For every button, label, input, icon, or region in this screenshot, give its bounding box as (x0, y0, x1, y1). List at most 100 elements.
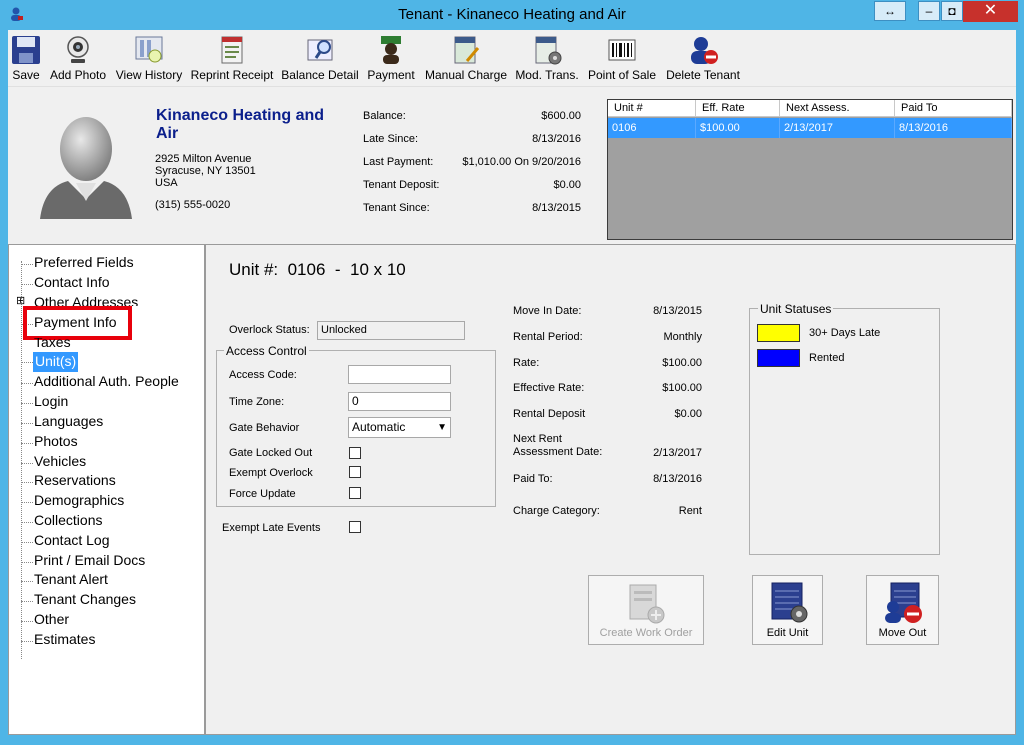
next-rent-assessment-value: 2/13/2017 (653, 447, 702, 459)
late-since-label: Late Since: (363, 133, 419, 145)
unit-heading: Unit #: 0106 - 10 x 10 (229, 260, 406, 280)
delete-tenant-button[interactable]: Delete Tenant (664, 32, 742, 84)
payment-person-icon (381, 36, 401, 64)
tenant-header: Kinaneco Heating and Air 2925 Milton Ave… (8, 86, 1016, 244)
column-header-paid-to[interactable]: Paid To (895, 100, 1012, 117)
nav-item-preferred-fields[interactable]: Preferred Fields (34, 253, 134, 273)
grid-cell-paid-to[interactable]: 8/13/2016 (895, 118, 1012, 138)
grid-cell-next-assess[interactable]: 2/13/2017 (780, 118, 895, 138)
nav-item-contact-log[interactable]: Contact Log (34, 531, 110, 551)
tenant-deposit-label: Tenant Deposit: (363, 179, 440, 191)
nav-item-languages[interactable]: Languages (34, 412, 103, 432)
nav-item-reservations[interactable]: Reservations (34, 471, 116, 491)
maximize-button[interactable]: ◘ (941, 1, 963, 21)
access-code-input[interactable] (348, 365, 451, 384)
charge-category-label: Charge Category: (513, 505, 600, 517)
column-header-unit[interactable]: Unit # (608, 100, 696, 117)
rental-period-value: Monthly (663, 331, 702, 343)
nav-item-taxes[interactable]: Taxes (34, 338, 71, 351)
avatar[interactable] (36, 109, 136, 219)
nav-item-vehicles[interactable]: Vehicles (34, 452, 86, 472)
nav-item-demographics[interactable]: Demographics (34, 491, 124, 511)
create-work-order-button[interactable]: Create Work Order (588, 575, 704, 645)
move-out-icon (884, 582, 922, 623)
save-button[interactable]: Save (8, 32, 44, 84)
expand-icon[interactable]: ⊞ (16, 296, 25, 307)
edit-unit-label: Edit Unit (766, 627, 809, 639)
nav-item-units[interactable]: Unit(s) (33, 352, 79, 372)
tree-branch (21, 383, 33, 384)
nav-item-contact-info[interactable]: Contact Info (34, 273, 110, 293)
save-label: Save (12, 68, 40, 82)
nav-item-estimates[interactable]: Estimates (34, 630, 95, 650)
gate-behavior-value: Automatic (352, 420, 406, 434)
receipt-icon (221, 36, 243, 64)
tree-branch (21, 284, 33, 285)
delete-tenant-label: Delete Tenant (666, 68, 740, 82)
balance-label: Balance: (363, 110, 406, 122)
gate-locked-out-checkbox[interactable] (349, 447, 361, 459)
paid-to-value: 8/13/2016 (653, 473, 702, 485)
reprint-receipt-button[interactable]: Reprint Receipt (190, 32, 274, 84)
point-of-sale-label: Point of Sale (587, 68, 657, 82)
gate-behavior-select[interactable]: Automatic ▼ (348, 417, 451, 438)
move-out-button[interactable]: Move Out (866, 575, 939, 645)
nav-item-other[interactable]: Other (34, 610, 69, 630)
tree-branch (21, 403, 33, 404)
manual-charge-label: Manual Charge (424, 68, 508, 82)
unit-number: 0106 (287, 260, 326, 279)
unit-size: 10 x 10 (350, 260, 406, 279)
tree-branch (21, 641, 33, 642)
mod-trans-button[interactable]: Mod. Trans. (515, 32, 579, 84)
unit-heading-separator: - (334, 260, 341, 279)
nav-item-print-email-docs[interactable]: Print / Email Docs (34, 551, 145, 571)
balance-detail-label: Balance Detail (281, 68, 359, 82)
force-update-checkbox[interactable] (349, 487, 361, 499)
next-rent-label: Next Rent (513, 433, 562, 445)
rate-value: $100.00 (662, 357, 702, 369)
nav-item-photos[interactable]: Photos (34, 432, 78, 452)
edit-unit-button[interactable]: Edit Unit (752, 575, 823, 645)
charge-category-value: Rent (678, 505, 702, 517)
rate-label: Rate: (513, 357, 540, 369)
balance-detail-button[interactable]: Balance Detail (281, 32, 359, 84)
modify-transaction-icon (535, 36, 562, 65)
last-payment-label: Last Payment: (363, 156, 434, 168)
floppy-disk-icon (12, 36, 40, 64)
assessment-date-label: Assessment Date: (513, 446, 603, 458)
tree-branch (21, 502, 33, 503)
nav-item-tenant-changes[interactable]: Tenant Changes (34, 590, 136, 610)
nav-item-collections[interactable]: Collections (34, 511, 102, 531)
column-header-next-assess[interactable]: Next Assess. (780, 100, 895, 117)
grid-cell-eff-rate[interactable]: $100.00 (696, 118, 780, 138)
view-history-button[interactable]: View History (113, 32, 185, 84)
exempt-late-events-checkbox[interactable] (349, 521, 361, 533)
tree-branch (21, 601, 33, 602)
minimize-button[interactable]: – (918, 1, 940, 21)
nav-item-tenant-alert[interactable]: Tenant Alert (34, 570, 108, 590)
manual-charge-button[interactable]: Manual Charge (423, 32, 509, 84)
move-in-date-value: 8/13/2015 (653, 305, 702, 317)
grid-cell-unit[interactable]: 0106 (608, 118, 696, 138)
payment-button[interactable]: Payment (365, 32, 417, 84)
point-of-sale-button[interactable]: Point of Sale (587, 32, 657, 84)
column-header-eff-rate[interactable]: Eff. Rate (696, 100, 780, 117)
time-zone-input[interactable]: 0 (348, 392, 451, 411)
unit-grid[interactable]: Unit # Eff. Rate Next Assess. Paid To 01… (607, 99, 1013, 240)
tree-branch (21, 482, 33, 483)
nav-item-additional-auth-people[interactable]: Additional Auth. People (34, 372, 179, 392)
resize-button[interactable]: ↔ (874, 1, 906, 21)
window-title: Tenant - Kinaneco Heating and Air (398, 6, 626, 23)
overlock-status-field: Unlocked (317, 321, 465, 340)
tree-branch (21, 463, 33, 464)
nav-item-other-addresses[interactable]: Other Addresses (34, 293, 138, 306)
mod-trans-label: Mod. Trans. (515, 68, 579, 82)
nav-item-login[interactable]: Login (34, 392, 68, 412)
add-photo-button[interactable]: Add Photo (47, 32, 109, 84)
exempt-overlock-checkbox[interactable] (349, 466, 361, 478)
tenant-window: Tenant - Kinaneco Heating and Air ↔ – ◘ … (0, 0, 1024, 745)
access-control-title: Access Control (224, 344, 309, 358)
close-button[interactable]: ✕ (963, 1, 1018, 22)
status-label-30-days-late: 30+ Days Late (809, 327, 881, 339)
tree-branch (21, 264, 33, 265)
